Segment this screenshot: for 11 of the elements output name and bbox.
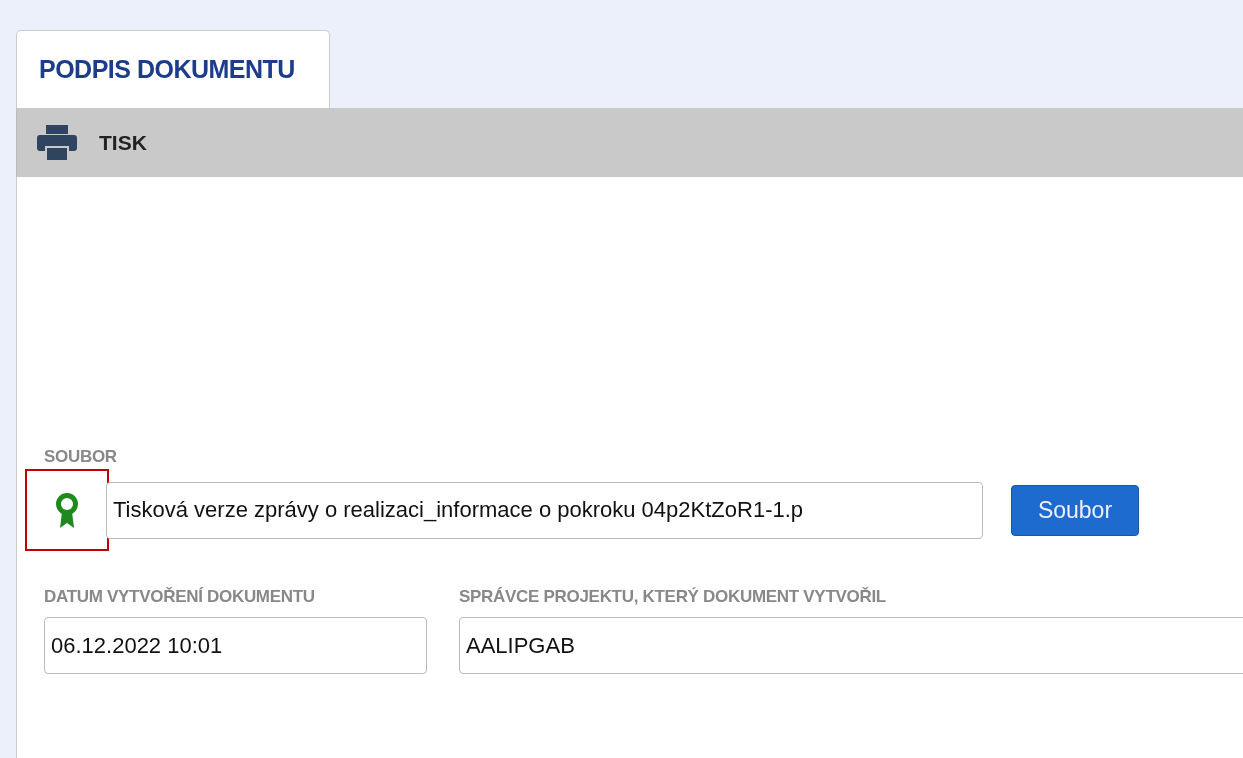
- text-field[interactable]: AALIPGAB: [459, 617, 1243, 674]
- print-button[interactable]: TISK: [37, 124, 147, 161]
- field-label: SPRÁVCE PROJEKTU, KTERÝ DOKUMENT VYTVOŘIL: [459, 587, 887, 607]
- file-name-field[interactable]: Tisková verze zprávy o realizaci_informace o pokroku 04p2KtZoR1-1.p: [106, 481, 983, 539]
- tab[interactable]: PODPIS DOKUMENTU: [16, 30, 330, 108]
- text-field[interactable]: 06.12.2022 10:01: [44, 617, 427, 674]
- award-ribbon-icon: [55, 492, 79, 528]
- field-label: SOUBOR: [44, 447, 118, 467]
- printer-icon: [37, 124, 77, 161]
- field-label: DATUM VYTVOŘENÍ DOKUMENTU: [44, 587, 316, 607]
- file-button[interactable]: Soubor: [1011, 484, 1139, 536]
